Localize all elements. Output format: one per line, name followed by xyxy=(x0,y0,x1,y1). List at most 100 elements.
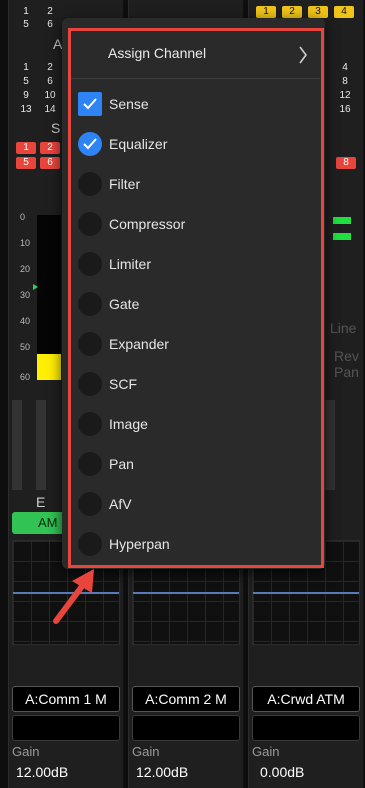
bus-number: 16 xyxy=(339,104,351,115)
checkbox-empty-icon[interactable] xyxy=(78,452,102,476)
menu-item-label: Hyperpan xyxy=(109,536,170,552)
bus-number: 10 xyxy=(44,90,56,101)
bus-number: 14 xyxy=(44,104,56,115)
strip-section-letter: E xyxy=(36,494,46,510)
meter-scale-label: 40 xyxy=(20,316,31,326)
bus-number: 4 xyxy=(342,62,348,73)
channel-subname-field[interactable] xyxy=(252,715,360,741)
strip-section-letter: S xyxy=(51,120,61,136)
menu-item-filter[interactable]: Filter xyxy=(76,168,316,200)
gain-value[interactable]: 0.00dB xyxy=(260,764,304,780)
menu-item-label: Gate xyxy=(109,296,140,312)
pan-label[interactable]: Pan xyxy=(334,364,359,380)
checkbox-empty-icon[interactable] xyxy=(78,292,102,316)
menu-item-label: Compressor xyxy=(109,216,186,232)
menu-item-label: AfV xyxy=(109,496,132,512)
strip-bar xyxy=(12,400,22,490)
gain-label: Gain xyxy=(252,744,280,759)
bus-badge[interactable]: 5 xyxy=(16,157,36,169)
menu-item-expander[interactable]: Expander xyxy=(76,328,316,360)
menu-item-equalizer[interactable]: Equalizer xyxy=(76,128,316,160)
channel-subname-field[interactable] xyxy=(12,715,120,741)
bus-number: 12 xyxy=(339,90,351,101)
checkbox-empty-icon[interactable] xyxy=(78,172,102,196)
menu-item-label: SCF xyxy=(109,376,137,392)
channel-name-field[interactable]: A:Comm 1 M xyxy=(12,686,120,712)
level-meter-fill xyxy=(37,354,61,380)
bus-badge[interactable]: 4 xyxy=(334,6,354,18)
chevron-right-icon xyxy=(299,46,307,64)
meter-scale-label: 50 xyxy=(20,342,31,352)
eq-curve xyxy=(253,592,359,594)
bus-badge[interactable]: 8 xyxy=(336,157,356,169)
menu-item-gate[interactable]: Gate xyxy=(76,288,316,320)
menu-item-compressor[interactable]: Compressor xyxy=(76,208,316,240)
bus-number: 5 xyxy=(23,19,29,30)
bus-badge[interactable]: 2 xyxy=(40,142,60,154)
signal-led xyxy=(333,233,351,240)
bus-badge[interactable]: 1 xyxy=(16,142,36,154)
gain-value[interactable]: 12.00dB xyxy=(136,764,188,780)
meter-scale-label: 60 xyxy=(20,372,31,382)
strip-header-letter: A xyxy=(53,36,63,52)
menu-item-hyperpan[interactable]: Hyperpan xyxy=(76,528,316,560)
channel-subname-field[interactable] xyxy=(132,715,240,741)
checkbox-empty-icon[interactable] xyxy=(78,412,102,436)
bus-number: 13 xyxy=(20,104,32,115)
bus-number: 5 xyxy=(23,76,29,87)
menu-item-scf[interactable]: SCF xyxy=(76,368,316,400)
channel-name-field[interactable]: A:Comm 2 M xyxy=(132,686,240,712)
am-button[interactable]: AM xyxy=(12,512,64,534)
bus-badge[interactable]: 2 xyxy=(282,6,302,18)
eq-curve xyxy=(133,592,239,594)
checkbox-empty-icon[interactable] xyxy=(78,492,102,516)
channel-name-field[interactable]: A:Crwd ATM xyxy=(252,686,360,712)
rev-label[interactable]: Rev xyxy=(334,348,359,364)
line-label[interactable]: Line xyxy=(330,320,356,336)
checkbox-empty-icon[interactable] xyxy=(78,252,102,276)
bus-number: 2 xyxy=(47,6,53,17)
bus-number: 6 xyxy=(47,19,53,30)
checkbox-empty-icon[interactable] xyxy=(78,212,102,236)
gain-value[interactable]: 12.00dB xyxy=(16,764,68,780)
menu-item-afv[interactable]: AfV xyxy=(76,488,316,520)
bus-badge[interactable]: 3 xyxy=(308,6,328,18)
strip-bar xyxy=(325,400,335,490)
menu-item-label: Limiter xyxy=(109,256,152,272)
menu-item-sense[interactable]: Sense xyxy=(76,88,316,120)
bus-number: 1 xyxy=(23,6,29,17)
meter-scale-label: 30 xyxy=(20,290,31,300)
meter-scale-label: 0 xyxy=(20,212,26,222)
pointer-arrow-icon xyxy=(53,569,94,624)
menu-item-label: Equalizer xyxy=(109,136,168,152)
checkbox-empty-icon[interactable] xyxy=(78,332,102,356)
bus-badge[interactable]: 1 xyxy=(256,6,276,18)
gain-label: Gain xyxy=(132,744,160,759)
bus-number: 2 xyxy=(47,62,53,73)
checkbox-checked-icon[interactable] xyxy=(78,132,102,156)
meter-scale-label: 20 xyxy=(20,264,31,274)
assign-channel-menu-item[interactable]: Assign Channel xyxy=(70,31,320,79)
checkbox-empty-icon[interactable] xyxy=(78,372,102,396)
menu-item-label: Image xyxy=(109,416,148,432)
menu-item-label: Expander xyxy=(109,336,169,352)
assign-channel-label: Assign Channel xyxy=(108,45,207,61)
meter-marker-icon xyxy=(33,284,38,290)
bus-number: 8 xyxy=(342,76,348,87)
checkbox-checked-icon[interactable] xyxy=(78,92,102,116)
bus-number: 6 xyxy=(47,76,53,87)
checkbox-empty-icon[interactable] xyxy=(78,532,102,556)
bus-number: 1 xyxy=(23,62,29,73)
bus-number: 9 xyxy=(23,90,29,101)
strip-bar xyxy=(36,400,46,490)
menu-item-pan[interactable]: Pan xyxy=(76,448,316,480)
menu-item-label: Sense xyxy=(109,96,149,112)
menu-item-limiter[interactable]: Limiter xyxy=(76,248,316,280)
menu-item-label: Filter xyxy=(109,176,141,192)
level-meter xyxy=(37,215,61,380)
bus-badge[interactable]: 6 xyxy=(40,157,60,169)
signal-led xyxy=(333,217,351,224)
menu-item-label: Pan xyxy=(109,456,134,472)
menu-item-image[interactable]: Image xyxy=(76,408,316,440)
am-label: AM xyxy=(38,515,58,530)
